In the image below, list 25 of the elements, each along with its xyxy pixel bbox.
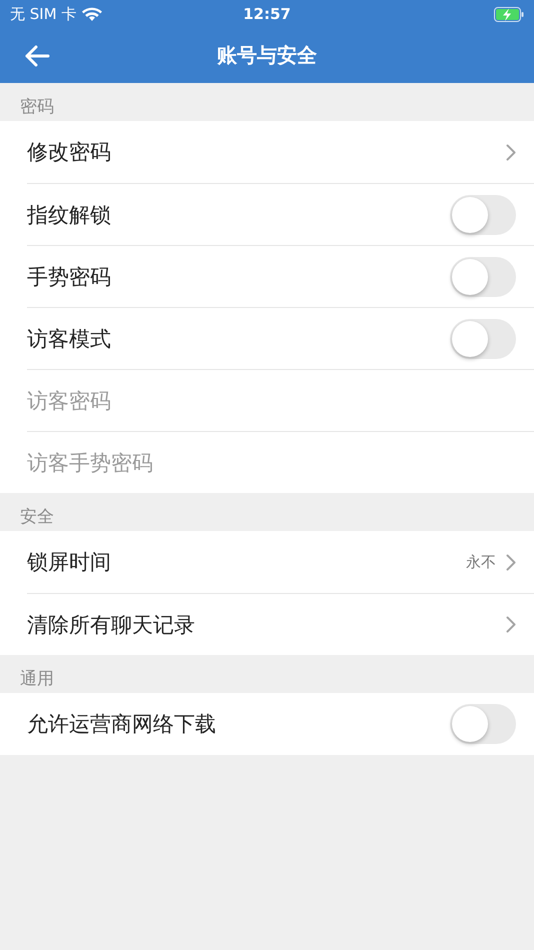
chevron-right-icon[interactable] — [506, 616, 516, 633]
setting-label: 访客模式 — [27, 326, 111, 352]
carrier-label: 无 SIM 卡 — [10, 4, 76, 24]
setting-label: 指纹解锁 — [27, 202, 111, 228]
chevron-right-icon[interactable] — [506, 554, 516, 570]
toggle-switch[interactable] — [450, 318, 516, 358]
clock: 12:57 — [243, 5, 291, 23]
setting-label: 手势密码 — [27, 264, 111, 290]
setting-label: 清除所有聊天记录 — [27, 612, 195, 638]
wifi-icon — [82, 6, 102, 22]
section-header: 密码 — [20, 96, 54, 118]
setting-label: 允许运营商网络下载 — [27, 711, 216, 738]
toggle-switch[interactable] — [450, 256, 516, 296]
setting-value: 永不 — [466, 552, 496, 572]
section-header: 通用 — [20, 668, 54, 690]
setting-label: 锁屏时间 — [27, 549, 111, 576]
battery-charging-icon — [494, 6, 524, 22]
chevron-right-icon[interactable] — [506, 144, 516, 160]
setting-label: 修改密码 — [27, 139, 111, 166]
page-title: 账号与安全 — [217, 42, 317, 69]
section-header: 安全 — [20, 506, 54, 528]
toggle-switch[interactable] — [450, 704, 516, 744]
toggle-switch[interactable] — [450, 194, 516, 234]
setting-label: 访客手势密码 — [27, 450, 153, 476]
setting-label: 访客密码 — [27, 388, 111, 414]
